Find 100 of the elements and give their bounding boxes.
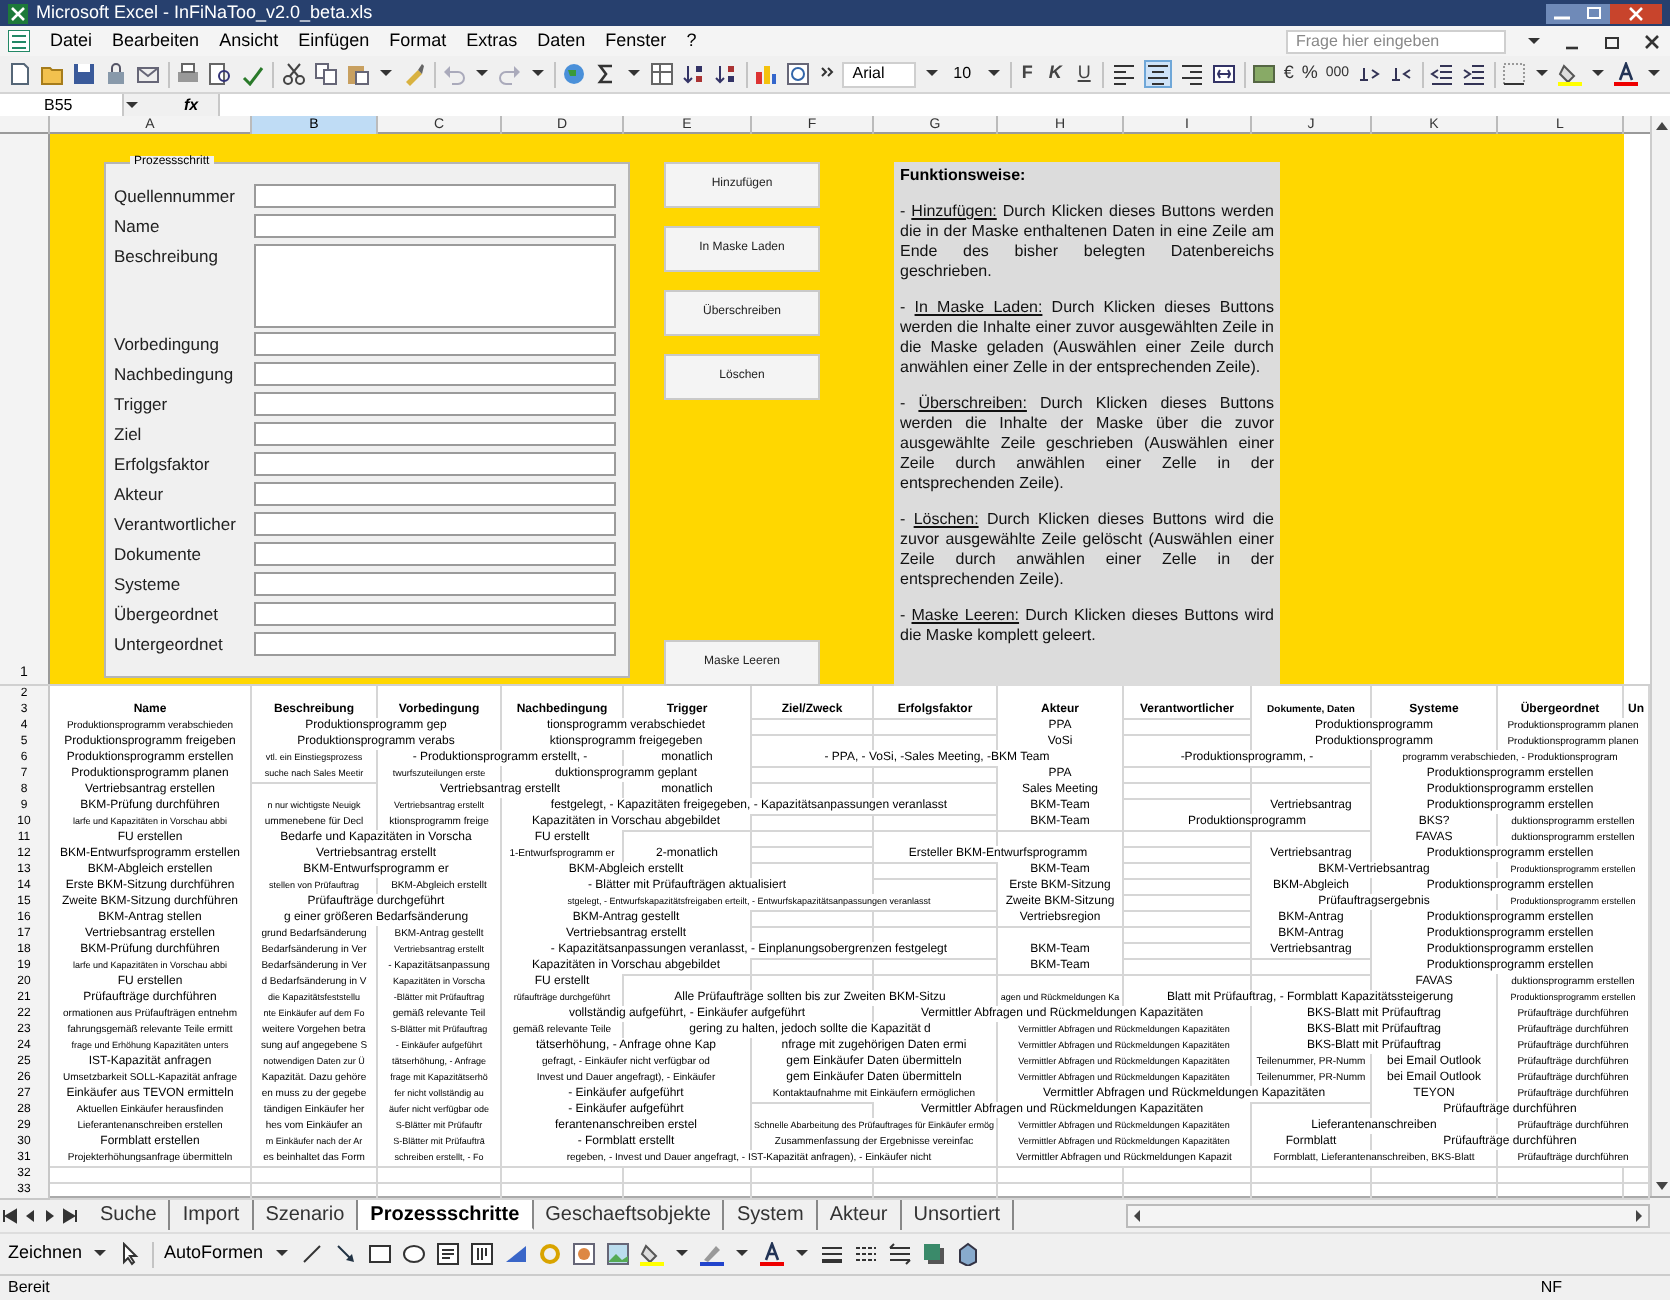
input-field[interactable]	[254, 422, 616, 446]
input-field[interactable]	[254, 572, 616, 596]
table-icon[interactable]	[650, 62, 674, 86]
autoshapes-menu[interactable]: AutoFormen	[164, 1240, 264, 1268]
paste-icon[interactable]	[345, 62, 369, 86]
field-label: Vorbedingung	[114, 332, 221, 358]
lock-icon[interactable]	[104, 62, 128, 86]
copy-icon[interactable]	[313, 62, 337, 86]
sort-descending-icon[interactable]	[714, 62, 738, 86]
font-color-icon[interactable]	[1614, 62, 1639, 86]
first-sheet-icon[interactable]	[0, 1205, 20, 1225]
merge-icon[interactable]	[1211, 62, 1236, 86]
input-field[interactable]	[254, 184, 616, 208]
brush-icon[interactable]	[401, 62, 425, 86]
border-icon[interactable]	[1502, 62, 1527, 86]
bold-button[interactable]: F	[1017, 60, 1037, 88]
sheet-tab[interactable]: Unsortiert	[901, 1200, 1015, 1230]
menu-item[interactable]: Daten	[537, 32, 586, 50]
menu-item[interactable]: Einfügen	[298, 32, 370, 50]
italic-button[interactable]: K	[1044, 60, 1066, 88]
menu-item[interactable]: Ansicht	[219, 32, 279, 50]
menu-item[interactable]: Datei	[50, 32, 93, 50]
font-color-icon[interactable]	[759, 1242, 784, 1266]
clip-art-icon[interactable]	[571, 1242, 596, 1266]
menu-item[interactable]: Fenster	[605, 32, 667, 50]
rectangle-icon[interactable]	[367, 1242, 392, 1266]
envelope-icon[interactable]	[136, 62, 160, 86]
preview-icon[interactable]	[208, 62, 233, 86]
sum-icon[interactable]	[594, 62, 618, 86]
document-icon[interactable]	[8, 62, 32, 86]
decimal-increase-icon[interactable]	[1357, 62, 1382, 86]
menu-item[interactable]: Extras	[466, 32, 518, 50]
font-size-field[interactable]: 10	[947, 61, 978, 87]
draw-menu[interactable]: Zeichnen	[8, 1240, 83, 1268]
dash-style-icon[interactable]	[853, 1242, 878, 1266]
euro-button[interactable]: €	[1283, 60, 1294, 88]
wordart-icon[interactable]	[503, 1242, 528, 1266]
spellcheck-icon[interactable]	[240, 62, 265, 86]
font-name-field[interactable]: Arial	[842, 61, 916, 87]
text-area[interactable]	[254, 244, 616, 328]
align-center-button[interactable]	[1143, 60, 1172, 88]
three-d-icon[interactable]	[955, 1242, 980, 1266]
input-field[interactable]	[254, 602, 616, 626]
line-icon[interactable]	[299, 1242, 324, 1266]
sort-ascending-icon[interactable]	[682, 62, 706, 86]
input-field[interactable]	[254, 482, 616, 506]
vertical-text-box-icon[interactable]	[469, 1242, 494, 1266]
underline-button[interactable]: U	[1073, 60, 1095, 88]
input-field[interactable]	[254, 362, 616, 386]
arrow-icon[interactable]	[333, 1242, 358, 1266]
restore-icon[interactable]	[1602, 31, 1622, 51]
table-cell	[998, 1166, 1124, 1184]
percent-button[interactable]: %	[1301, 60, 1318, 88]
text-box-icon[interactable]	[435, 1242, 460, 1266]
indent-increase-icon[interactable]	[1461, 62, 1486, 86]
menu-item[interactable]: Format	[389, 32, 447, 50]
menu-item[interactable]: Bearbeiten	[112, 32, 200, 50]
sheet-tab[interactable]: Prozessschritte	[358, 1200, 534, 1230]
fill-color-icon[interactable]	[639, 1242, 664, 1266]
minimize-icon[interactable]	[1546, 3, 1578, 23]
align-left-icon[interactable]	[1111, 62, 1136, 86]
image-icon[interactable]	[605, 1242, 630, 1266]
name-box[interactable]: B55	[0, 94, 124, 116]
input-field[interactable]	[254, 214, 616, 238]
bar-chart-icon[interactable]	[754, 62, 779, 86]
sheet-tab[interactable]: Szenario	[253, 1200, 359, 1230]
line-color-icon[interactable]	[699, 1242, 724, 1266]
arrow-style-icon[interactable]	[887, 1242, 912, 1266]
line-style-icon[interactable]	[819, 1242, 844, 1266]
close-icon[interactable]	[1642, 31, 1662, 51]
close-icon[interactable]	[1610, 3, 1662, 23]
fill-color-icon[interactable]	[1558, 62, 1583, 86]
formula-field[interactable]	[218, 94, 1670, 116]
horizontal-scrollbar[interactable]	[1126, 1203, 1650, 1227]
vertical-scrollbar[interactable]	[1650, 116, 1670, 1196]
scissors-icon[interactable]	[281, 62, 305, 86]
table-cell	[1124, 766, 1252, 784]
workbook-icon[interactable]	[8, 30, 30, 52]
align-right-icon[interactable]	[1179, 62, 1204, 86]
maximize-icon[interactable]	[1578, 3, 1610, 23]
input-field[interactable]	[254, 512, 616, 536]
folder-icon[interactable]	[40, 62, 64, 86]
globe-icon[interactable]	[562, 62, 586, 86]
printer-icon[interactable]	[176, 62, 201, 86]
menu-item[interactable]: ?	[686, 32, 697, 50]
decimal-decrease-icon[interactable]	[1389, 62, 1414, 86]
input-field[interactable]	[254, 632, 616, 656]
input-field[interactable]	[254, 392, 616, 416]
input-field[interactable]	[254, 332, 616, 356]
ellipse-icon[interactable]	[401, 1242, 426, 1266]
shadow-icon[interactable]	[921, 1242, 946, 1266]
input-field[interactable]	[254, 542, 616, 566]
sheet-tab[interactable]: Geschaeftsobjekte	[533, 1200, 725, 1230]
input-field[interactable]	[254, 452, 616, 476]
help-search-field[interactable]: Frage hier eingeben	[1286, 29, 1506, 53]
pointer-icon[interactable]	[118, 1242, 143, 1266]
field-label: Name	[114, 214, 162, 240]
last-sheet-icon[interactable]	[60, 1205, 80, 1225]
indent-decrease-icon[interactable]	[1429, 62, 1454, 86]
help-icon[interactable]	[786, 62, 811, 86]
